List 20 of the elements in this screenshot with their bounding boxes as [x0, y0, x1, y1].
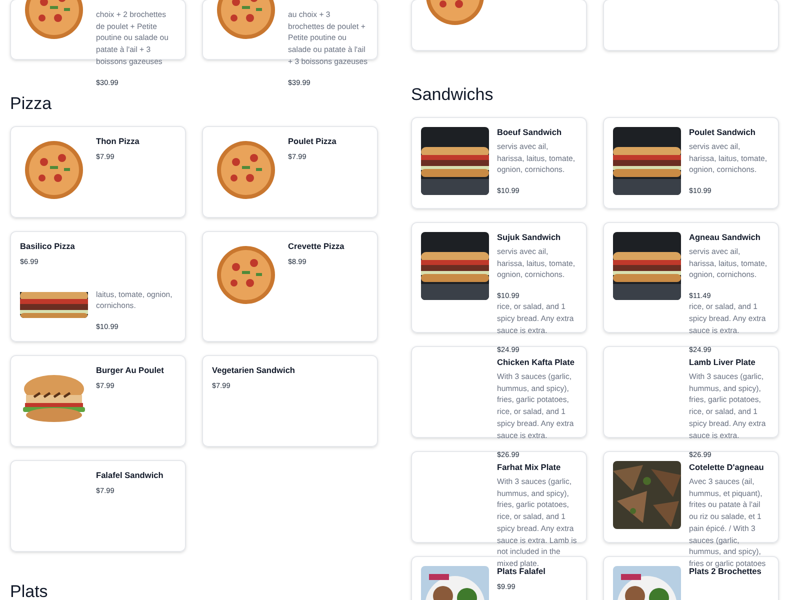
item-title: Boeuf Sandwich — [497, 127, 562, 138]
item-title: Farhat Mix Plate — [497, 462, 561, 473]
section-heading: Sandwichs — [411, 85, 494, 105]
item-title: Poulet Sandwich — [689, 127, 756, 138]
item-title: Poulet Pizza — [288, 136, 336, 147]
section-heading: Plats — [10, 582, 48, 600]
item-title: Sujuk Sandwich — [497, 232, 561, 243]
item-title: Cotelette D'agneau — [689, 462, 764, 473]
item-title: Plats Falafel — [497, 566, 546, 577]
item-title: Lamb Liver Plate — [689, 357, 756, 368]
item-title: Agneau Sandwich — [689, 232, 760, 243]
item-title: Thon Pizza — [96, 136, 140, 147]
section-heading: Pizza — [10, 94, 52, 114]
item-title: Burger Au Poulet — [96, 365, 164, 376]
item-title: Crevette Pizza — [288, 241, 344, 252]
item-title: Vegetarien Sandwich — [212, 365, 295, 376]
item-title: Chicken Kafta Plate — [497, 357, 574, 368]
item-title: Falafel Sandwich — [96, 470, 164, 481]
item-title: Plats 2 Brochettes — [689, 566, 762, 577]
item-title: Basilico Pizza — [20, 241, 75, 252]
